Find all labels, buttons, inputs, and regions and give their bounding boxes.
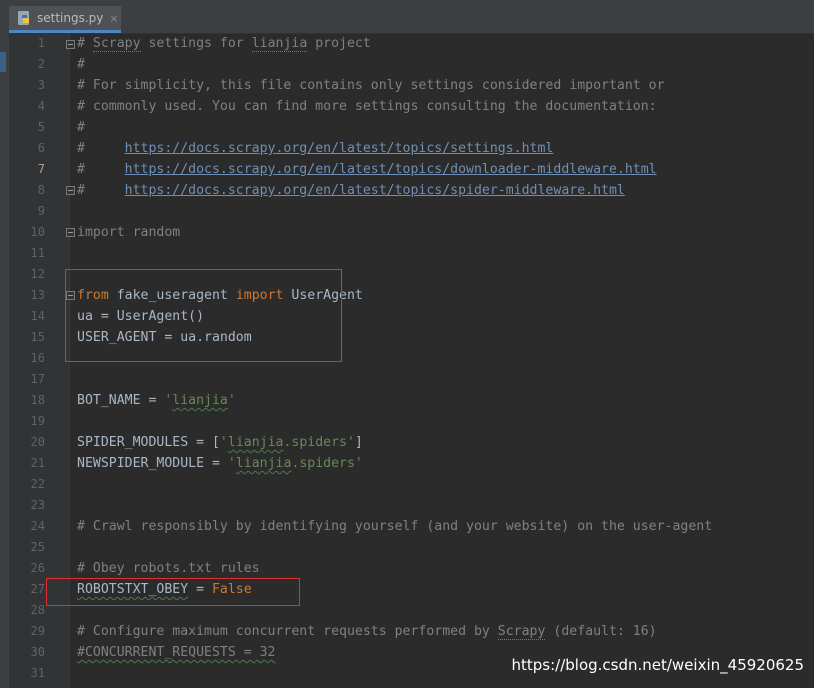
line-number[interactable]: 14 xyxy=(9,306,45,327)
fold-icon[interactable] xyxy=(66,40,75,49)
line-number[interactable]: 28 xyxy=(9,600,45,621)
line-number[interactable]: 3 xyxy=(9,75,45,96)
code-line-24[interactable]: # Crawl responsibly by identifying yours… xyxy=(77,516,712,537)
tab-settings-py[interactable]: settings.py × xyxy=(9,6,121,33)
line-number[interactable]: 15 xyxy=(9,327,45,348)
fold-icon[interactable] xyxy=(66,228,75,237)
code-line-6[interactable]: # https://docs.scrapy.org/en/latest/topi… xyxy=(77,138,553,159)
code-line-7[interactable]: # https://docs.scrapy.org/en/latest/topi… xyxy=(77,159,657,180)
line-number[interactable]: 24 xyxy=(9,516,45,537)
code-line-10[interactable]: import random xyxy=(77,222,180,243)
code-line-21[interactable]: NEWSPIDER_MODULE = 'lianjia.spiders' xyxy=(77,453,363,474)
code-line-30[interactable]: #CONCURRENT_REQUESTS = 32 xyxy=(77,642,276,663)
line-number[interactable]: 21 xyxy=(9,453,45,474)
code-line-26[interactable]: # Obey robots.txt rules xyxy=(77,558,260,579)
line-number[interactable]: 10 xyxy=(9,222,45,243)
highlight-box-robots xyxy=(46,578,300,606)
code-line-18[interactable]: BOT_NAME = 'lianjia' xyxy=(77,390,236,411)
line-number[interactable]: 25 xyxy=(9,537,45,558)
line-number[interactable]: 18 xyxy=(9,390,45,411)
line-number[interactable]: 31 xyxy=(9,663,45,684)
code-line-29[interactable]: # Configure maximum concurrent requests … xyxy=(77,621,657,642)
line-number[interactable]: 17 xyxy=(9,369,45,390)
code-line-2[interactable]: # xyxy=(77,54,85,75)
highlight-box-useragent xyxy=(65,269,342,362)
editor-tab-bar: settings.py × xyxy=(9,0,814,34)
line-number[interactable]: 4 xyxy=(9,96,45,117)
doc-link[interactable]: https://docs.scrapy.org/en/latest/topics… xyxy=(125,162,657,177)
line-number[interactable]: 27 xyxy=(9,579,45,600)
python-file-icon xyxy=(17,10,33,26)
tab-label: settings.py xyxy=(37,11,104,25)
line-number[interactable]: 7 xyxy=(9,159,45,180)
line-number[interactable]: 13 xyxy=(9,285,45,306)
line-number[interactable]: 11 xyxy=(9,243,45,264)
tool-window-strip xyxy=(0,0,9,688)
line-number[interactable]: 1 xyxy=(9,33,45,54)
line-number[interactable]: 20 xyxy=(9,432,45,453)
line-number[interactable]: 8 xyxy=(9,180,45,201)
doc-link[interactable]: https://docs.scrapy.org/en/latest/topics… xyxy=(125,183,625,198)
line-number[interactable]: 16 xyxy=(9,348,45,369)
line-number[interactable]: 22 xyxy=(9,474,45,495)
line-number[interactable]: 6 xyxy=(9,138,45,159)
line-number[interactable]: 29 xyxy=(9,621,45,642)
line-number[interactable]: 26 xyxy=(9,558,45,579)
line-number[interactable]: 2 xyxy=(9,54,45,75)
code-line-5[interactable]: # xyxy=(77,117,85,138)
line-number[interactable]: 9 xyxy=(9,201,45,222)
tool-window-marker[interactable] xyxy=(0,52,6,72)
code-line-20[interactable]: SPIDER_MODULES = ['lianjia.spiders'] xyxy=(77,432,363,453)
line-number[interactable]: 23 xyxy=(9,495,45,516)
line-number[interactable]: 12 xyxy=(9,264,45,285)
code-line-1[interactable]: # Scrapy settings for lianjia project xyxy=(77,33,371,54)
watermark-url: https://blog.csdn.net/weixin_45920625 xyxy=(511,656,804,674)
close-icon[interactable]: × xyxy=(109,12,118,25)
code-line-8[interactable]: # https://docs.scrapy.org/en/latest/topi… xyxy=(77,180,625,201)
doc-link[interactable]: https://docs.scrapy.org/en/latest/topics… xyxy=(125,141,554,156)
line-number[interactable]: 5 xyxy=(9,117,45,138)
code-line-3[interactable]: # For simplicity, this file contains onl… xyxy=(77,75,665,96)
code-line-4[interactable]: # commonly used. You can find more setti… xyxy=(77,96,657,117)
line-number[interactable]: 19 xyxy=(9,411,45,432)
line-number[interactable]: 30 xyxy=(9,642,45,663)
fold-icon[interactable] xyxy=(66,186,75,195)
